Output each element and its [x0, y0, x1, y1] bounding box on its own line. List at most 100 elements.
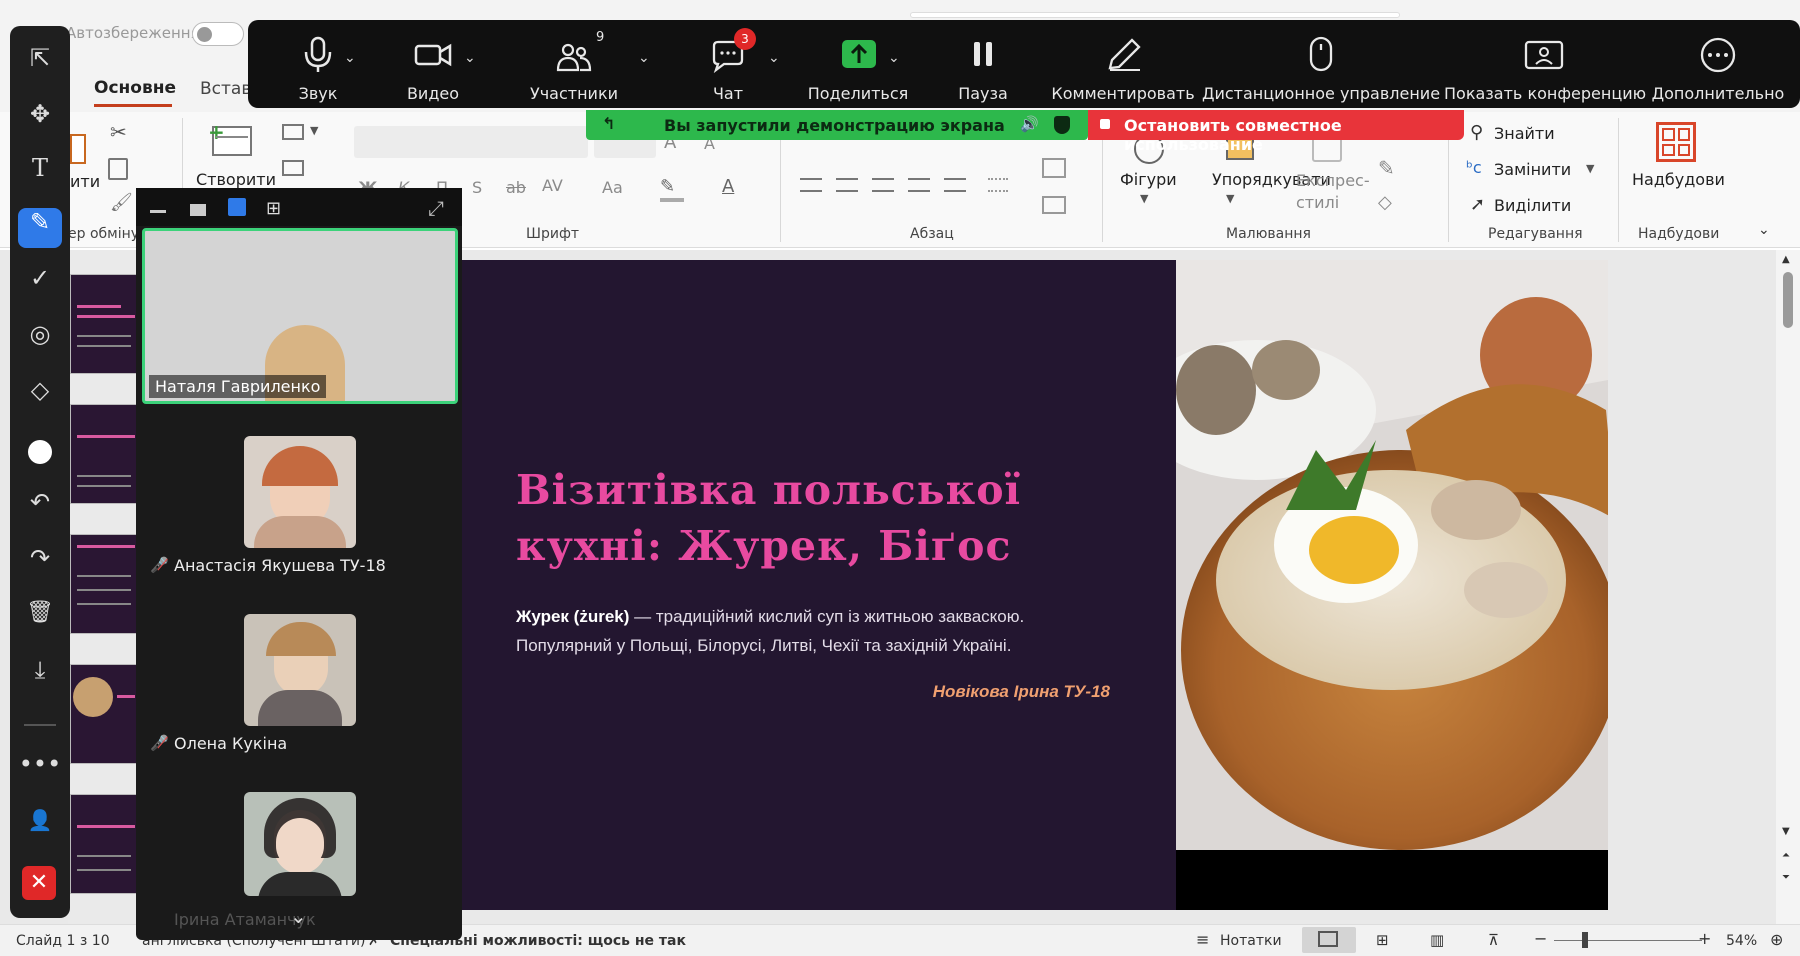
participant-video[interactable] — [244, 614, 356, 726]
video-options-chevron-icon[interactable]: ⌄ — [464, 50, 476, 66]
zurek-photo[interactable] — [1176, 260, 1608, 850]
paste-icon[interactable] — [70, 134, 86, 164]
addins-icon[interactable] — [1656, 122, 1696, 162]
pause-share-button[interactable]: Пауза — [938, 20, 1028, 108]
annotator-name-icon[interactable]: 👤 — [18, 808, 62, 848]
justify-icon[interactable] — [908, 178, 930, 192]
audio-options-chevron-icon[interactable]: ⌄ — [344, 50, 356, 66]
screen-sharing-banner[interactable]: ↰ Вы запустили демонстрацию экрана 🔊 — [586, 110, 1088, 140]
select-label[interactable]: Виділити — [1494, 196, 1571, 215]
participants-button[interactable]: 9 Участники — [524, 20, 624, 108]
more-button[interactable]: Дополнительно — [1648, 20, 1788, 108]
new-slide-icon[interactable]: + — [208, 120, 252, 156]
line-spacing-icon[interactable] — [988, 178, 1008, 192]
stamp-check-icon[interactable]: ✓ — [18, 264, 62, 304]
share-options-chevron-icon[interactable]: ⌄ — [888, 50, 900, 66]
notes-button[interactable]: Нотатки — [1220, 933, 1282, 949]
slide-thumbnail[interactable] — [70, 794, 142, 894]
scroll-thumb[interactable] — [1783, 272, 1793, 328]
reset-icon[interactable] — [282, 160, 304, 176]
highlight-icon[interactable]: ✎ — [660, 176, 675, 197]
cut-icon[interactable]: ✂ — [110, 120, 127, 144]
scroll-down-icon[interactable]: ▼ — [1782, 826, 1790, 837]
chevron-down-icon[interactable]: ▼ — [1226, 192, 1234, 205]
search-box[interactable] — [910, 12, 1400, 18]
save-download-icon[interactable]: ⤓ — [18, 656, 62, 696]
participants-options-chevron-icon[interactable]: ⌄ — [638, 50, 650, 66]
search-icon[interactable]: ⚲ — [1470, 122, 1483, 143]
addins-label[interactable]: Надбудови — [1632, 170, 1725, 189]
strip-view-icon[interactable] — [228, 198, 246, 216]
align-left-icon[interactable] — [800, 178, 822, 192]
slide-thumbnail[interactable] — [70, 664, 142, 764]
chat-options-chevron-icon[interactable]: ⌄ — [768, 50, 780, 66]
move-icon[interactable]: ✥ — [18, 100, 62, 140]
select-arrow-icon[interactable]: ⇱ — [18, 44, 62, 84]
undo-icon[interactable]: ↶ — [18, 488, 62, 528]
color-picker-icon[interactable] — [18, 432, 62, 472]
zoom-slider[interactable] — [1554, 940, 1702, 941]
text-tool-icon[interactable]: T — [18, 154, 62, 194]
ribbon-collapse-icon[interactable]: ⌄ — [1758, 222, 1770, 238]
slideshow-icon[interactable]: ⊼ — [1488, 931, 1499, 949]
shapes-label[interactable]: Фігури — [1120, 170, 1177, 189]
new-slide-label[interactable]: Створити — [196, 170, 276, 189]
shadow-icon[interactable]: S — [472, 178, 482, 197]
prev-slide-icon[interactable]: ⏶ — [1782, 850, 1790, 861]
stop-sharing-button[interactable]: Остановить совместное использование — [1088, 110, 1464, 154]
active-speaker-video[interactable]: Наталя Гавриленко — [142, 228, 458, 404]
gallery-view-icon[interactable]: ⊞ — [266, 198, 281, 219]
copy-icon[interactable] — [108, 158, 128, 180]
expand-icon[interactable]: ⤢ — [428, 196, 444, 220]
tab-insert[interactable]: Встав — [200, 79, 251, 99]
slide-body-text[interactable]: Журек (żurek) — традиційний кислий суп і… — [516, 602, 1176, 660]
slide-author[interactable]: Новікова Ірина ТУ-18 — [880, 682, 1110, 702]
annotate-button[interactable]: Комментировать — [1038, 20, 1208, 108]
trash-icon[interactable]: 🗑 — [18, 600, 62, 640]
text-direction-icon[interactable] — [1042, 158, 1066, 178]
minimize-icon[interactable] — [150, 210, 166, 213]
vertical-scrollbar[interactable]: ▲ ▼ ⏶ ⏷ — [1776, 250, 1800, 924]
spotlight-icon[interactable]: ◎ — [18, 320, 62, 360]
eraser-icon[interactable]: ◇ — [18, 376, 62, 416]
find-label[interactable]: Знайти — [1494, 124, 1555, 143]
select-cursor-icon[interactable]: ➚ — [1470, 194, 1485, 215]
layout-icon[interactable] — [282, 124, 304, 140]
show-meeting-button[interactable]: Показать конференцию — [1444, 20, 1646, 108]
scroll-up-icon[interactable]: ▲ — [1782, 254, 1790, 265]
participant-video[interactable] — [244, 436, 356, 548]
shape-fill-icon[interactable]: ✎ — [1378, 156, 1395, 180]
tab-home[interactable]: Основне — [94, 78, 176, 98]
speaker-icon[interactable]: 🔊 — [1020, 115, 1039, 133]
columns-icon[interactable] — [944, 178, 966, 192]
draw-pencil-icon[interactable]: ✎ — [18, 208, 62, 248]
remote-control-button[interactable]: Дистанционное управление — [1196, 20, 1446, 108]
quick-styles-label[interactable]: Експрес- стилі — [1296, 170, 1370, 214]
fit-slide-icon[interactable]: ⊕ — [1770, 930, 1783, 949]
chevron-down-icon[interactable]: ▼ — [1586, 162, 1594, 175]
slide-thumbnail[interactable] — [70, 404, 142, 504]
reading-view-icon[interactable]: ▥ — [1430, 931, 1444, 949]
more-dots-icon[interactable]: ••• — [18, 750, 62, 790]
close-annotation-icon[interactable]: ✕ — [22, 866, 56, 900]
strikethrough-icon[interactable]: ab — [506, 178, 526, 197]
zoom-in-icon[interactable]: + — [1698, 929, 1711, 948]
align-text-icon[interactable] — [1042, 196, 1066, 214]
share-screen-button[interactable]: Поделиться — [798, 20, 918, 108]
chat-button[interactable]: 3 Чат — [688, 20, 768, 108]
slide-thumbnail[interactable] — [70, 274, 142, 374]
chevron-down-icon[interactable]: ▼ — [310, 124, 318, 137]
align-center-icon[interactable] — [836, 178, 858, 192]
change-case-icon[interactable]: Aa — [602, 178, 623, 197]
replace-icon[interactable]: ᵇc — [1466, 158, 1482, 177]
font-name-input[interactable] — [354, 126, 588, 158]
slide-sorter-icon[interactable]: ⊞ — [1376, 931, 1389, 949]
redo-icon[interactable]: ↷ — [18, 544, 62, 584]
zoom-level[interactable]: 54% — [1726, 933, 1757, 949]
autosave-toggle[interactable] — [192, 22, 244, 46]
replace-label[interactable]: Замінити — [1494, 160, 1571, 179]
chevron-down-icon[interactable]: ▼ — [1140, 192, 1148, 205]
char-spacing-icon[interactable]: AV — [542, 176, 563, 195]
zoom-out-icon[interactable]: − — [1534, 929, 1547, 948]
notes-icon[interactable]: ≡ — [1196, 930, 1209, 949]
